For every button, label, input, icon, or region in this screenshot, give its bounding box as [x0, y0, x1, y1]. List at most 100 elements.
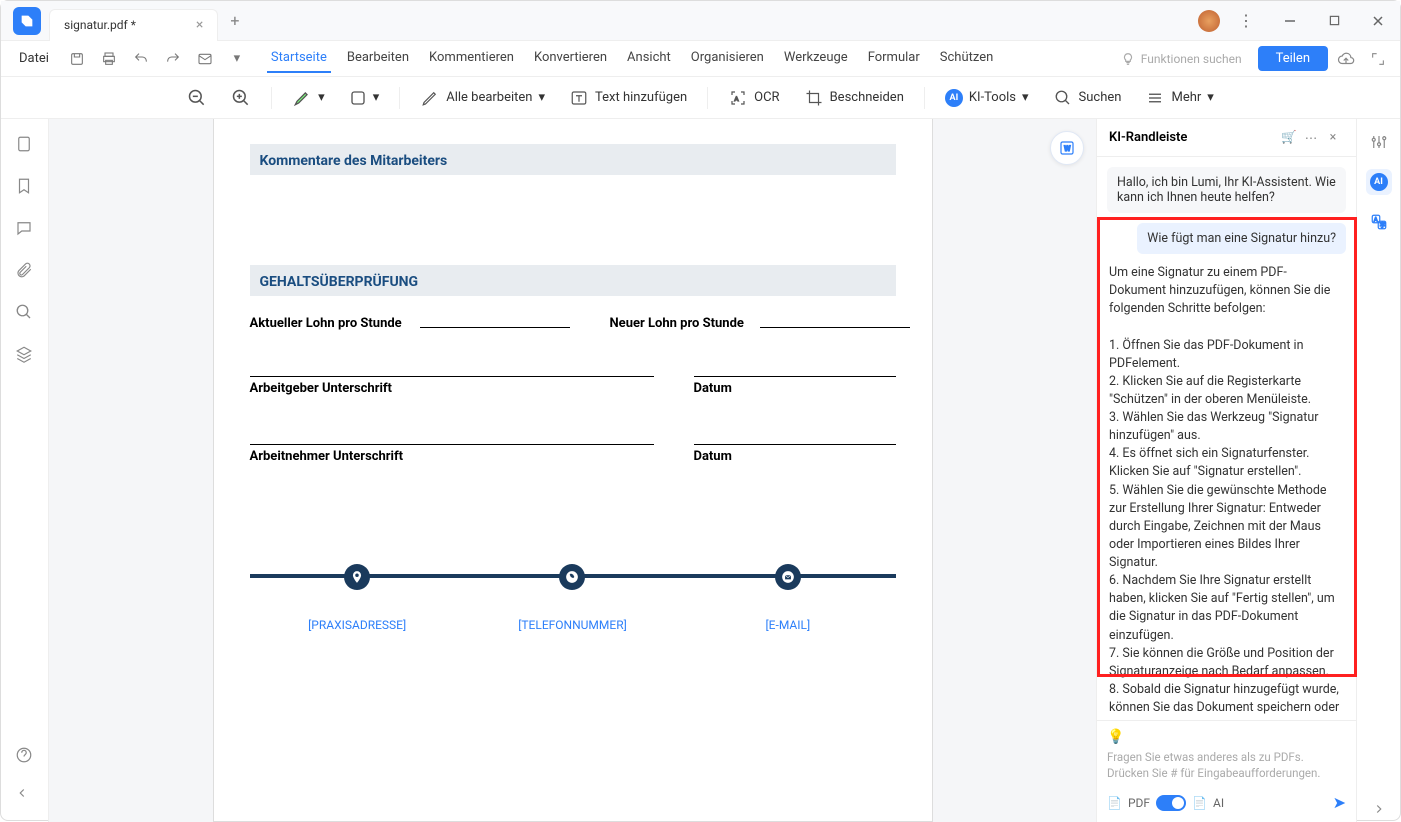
footer-email: [E-MAIL] [766, 618, 811, 632]
send-icon[interactable]: ➤ [1333, 793, 1346, 812]
zoom-in-icon[interactable] [223, 84, 259, 112]
tab-tools[interactable]: Werkzeuge [780, 44, 852, 73]
ai-chat-body: Hallo, ich bin Lumi, Ihr KI-Assistent. W… [1097, 157, 1356, 720]
ai-greeting: Hallo, ich bin Lumi, Ihr KI-Assistent. W… [1107, 167, 1346, 213]
tab-convert[interactable]: Konvertieren [530, 44, 611, 73]
crop-icon [804, 88, 824, 108]
tab-view[interactable]: Ansicht [623, 44, 675, 73]
user-avatar[interactable] [1198, 10, 1220, 32]
minimize-icon[interactable] [1272, 5, 1308, 37]
ai-answer: Um eine Signatur zu einem PDF-Dokument h… [1107, 264, 1346, 717]
redo-icon[interactable] [159, 45, 187, 73]
expand-icon[interactable] [1364, 51, 1392, 67]
function-search[interactable]: Funktionen suchen [1121, 52, 1242, 66]
tab-edit[interactable]: Bearbeiten [343, 44, 413, 73]
highlighter-icon[interactable]: ▾ [284, 84, 333, 112]
lightbulb-hint-icon[interactable]: 💡 [1107, 729, 1124, 745]
close-window-icon[interactable] [1360, 5, 1396, 37]
collapse-right-icon[interactable] [1366, 796, 1392, 822]
label-current-wage: Aktueller Lohn pro Stunde [250, 316, 402, 331]
ai-tools-button[interactable]: AIKI-Tools ▾ [937, 85, 1037, 111]
tab-protect[interactable]: Schützen [936, 44, 998, 73]
search-placeholder: Funktionen suchen [1141, 52, 1242, 66]
thumbnails-icon[interactable] [15, 135, 35, 155]
section-comments-title: Kommentare des Mitarbeiters [260, 153, 448, 169]
collapse-left-icon[interactable] [15, 786, 35, 806]
undo-icon[interactable] [127, 45, 155, 73]
email-icon[interactable] [191, 45, 219, 73]
ai-panel-title: KI-Randleiste [1109, 130, 1278, 145]
translate-icon[interactable]: A字 [1366, 209, 1392, 235]
help-icon[interactable] [15, 746, 35, 766]
save-icon[interactable] [63, 45, 91, 73]
print-icon[interactable] [95, 45, 123, 73]
pdf-label: PDF [1128, 796, 1150, 810]
footer-phone: [TELEFONNUMMER] [518, 618, 627, 632]
label-employer-signature: Arbeitgeber Unterschrift [250, 376, 654, 396]
menu-file[interactable]: Datei [9, 47, 59, 70]
cloud-upload-icon[interactable] [1332, 50, 1360, 68]
tab-add-icon[interactable]: + [230, 11, 239, 30]
pdf-ai-toggle[interactable] [1156, 795, 1186, 811]
ai-badge-icon: AI [945, 89, 963, 107]
ai-input-placeholder[interactable]: Fragen Sie etwas anderes als zu PDFs. Dr… [1107, 749, 1346, 785]
tab-organize[interactable]: Organisieren [687, 44, 768, 73]
close-panel-icon[interactable]: × [1322, 130, 1344, 145]
ai-input-area: 💡 Fragen Sie etwas anderes als zu PDFs. … [1097, 720, 1356, 822]
edit-all-button[interactable]: Alle bearbeiten ▾ [412, 84, 553, 112]
document-tab[interactable]: signatur.pdf * × [49, 9, 218, 41]
tab-title: signatur.pdf * [64, 18, 136, 32]
tab-home[interactable]: Startseite [267, 44, 331, 73]
ocr-button[interactable]: AOCR [720, 84, 787, 112]
bookmark-icon[interactable] [15, 177, 35, 197]
crop-button[interactable]: Beschneiden [796, 84, 912, 112]
titlebar: signatur.pdf * × + ⋮ [1, 1, 1400, 41]
label-employee-signature: Arbeitnehmer Unterschrift [250, 444, 654, 464]
pdf-doc-icon: 📄 [1107, 796, 1122, 810]
ai-doc-icon: 📄 [1192, 796, 1207, 810]
menu-dots-icon[interactable]: ⋮ [1228, 5, 1264, 37]
ai-label: AI [1213, 796, 1224, 810]
more-icon [1145, 88, 1165, 108]
main-tabs: Startseite Bearbeiten Kommentieren Konve… [267, 44, 997, 73]
svg-text:字: 字 [1379, 221, 1385, 229]
word-export-icon[interactable]: W [1050, 131, 1084, 165]
right-rail: AI A字 [1356, 119, 1400, 822]
app-logo [13, 7, 41, 35]
ocr-icon: A [728, 88, 748, 108]
user-message: Wie fügt man eine Signatur hinzu? [1137, 223, 1346, 254]
svg-text:A: A [1373, 216, 1377, 223]
maximize-icon[interactable] [1316, 5, 1352, 37]
mail-icon [775, 564, 801, 590]
pdf-page: Kommentare des Mitarbeiters GEHALTSÜBERP… [213, 119, 933, 822]
add-text-button[interactable]: Text hinzufügen [561, 84, 695, 112]
document-workspace[interactable]: W Kommentare des Mitarbeiters GEHALTSÜBE… [49, 119, 1096, 822]
lightbulb-icon [1121, 52, 1135, 66]
more-dots-icon[interactable]: ⋯ [1300, 130, 1322, 146]
section-salary-title: GEHALTSÜBERPRÜFUNG [260, 274, 419, 290]
phone-icon [559, 564, 585, 590]
chevron-down-icon[interactable]: ▾ [223, 45, 251, 73]
cart-icon[interactable]: 🛒 [1278, 130, 1300, 145]
share-button[interactable]: Teilen [1258, 46, 1328, 71]
zoom-out-icon[interactable] [179, 84, 215, 112]
shape-icon[interactable]: ▾ [341, 85, 388, 111]
toolbar: ▾ ▾ Alle bearbeiten ▾ Text hinzufügen AO… [1, 77, 1400, 119]
attachments-icon[interactable] [15, 261, 35, 281]
search-button[interactable]: Suchen [1045, 84, 1130, 112]
tab-comment[interactable]: Kommentieren [425, 44, 518, 73]
ai-rail-icon[interactable]: AI [1366, 169, 1392, 195]
menubar: Datei ▾ Startseite Bearbeiten Kommentier… [1, 41, 1400, 77]
settings-sliders-icon[interactable] [1366, 129, 1392, 155]
search-icon [1053, 88, 1073, 108]
svg-text:A: A [734, 95, 739, 103]
text-icon [569, 88, 589, 108]
comments-icon[interactable] [15, 219, 35, 239]
tab-form[interactable]: Formular [864, 44, 924, 73]
tab-close-icon[interactable]: × [196, 17, 203, 33]
label-date-2: Datum [694, 444, 896, 464]
search-panel-icon[interactable] [15, 303, 35, 323]
left-sidebar [1, 119, 49, 822]
layers-icon[interactable] [15, 345, 35, 365]
more-button[interactable]: Mehr ▾ [1137, 84, 1221, 112]
